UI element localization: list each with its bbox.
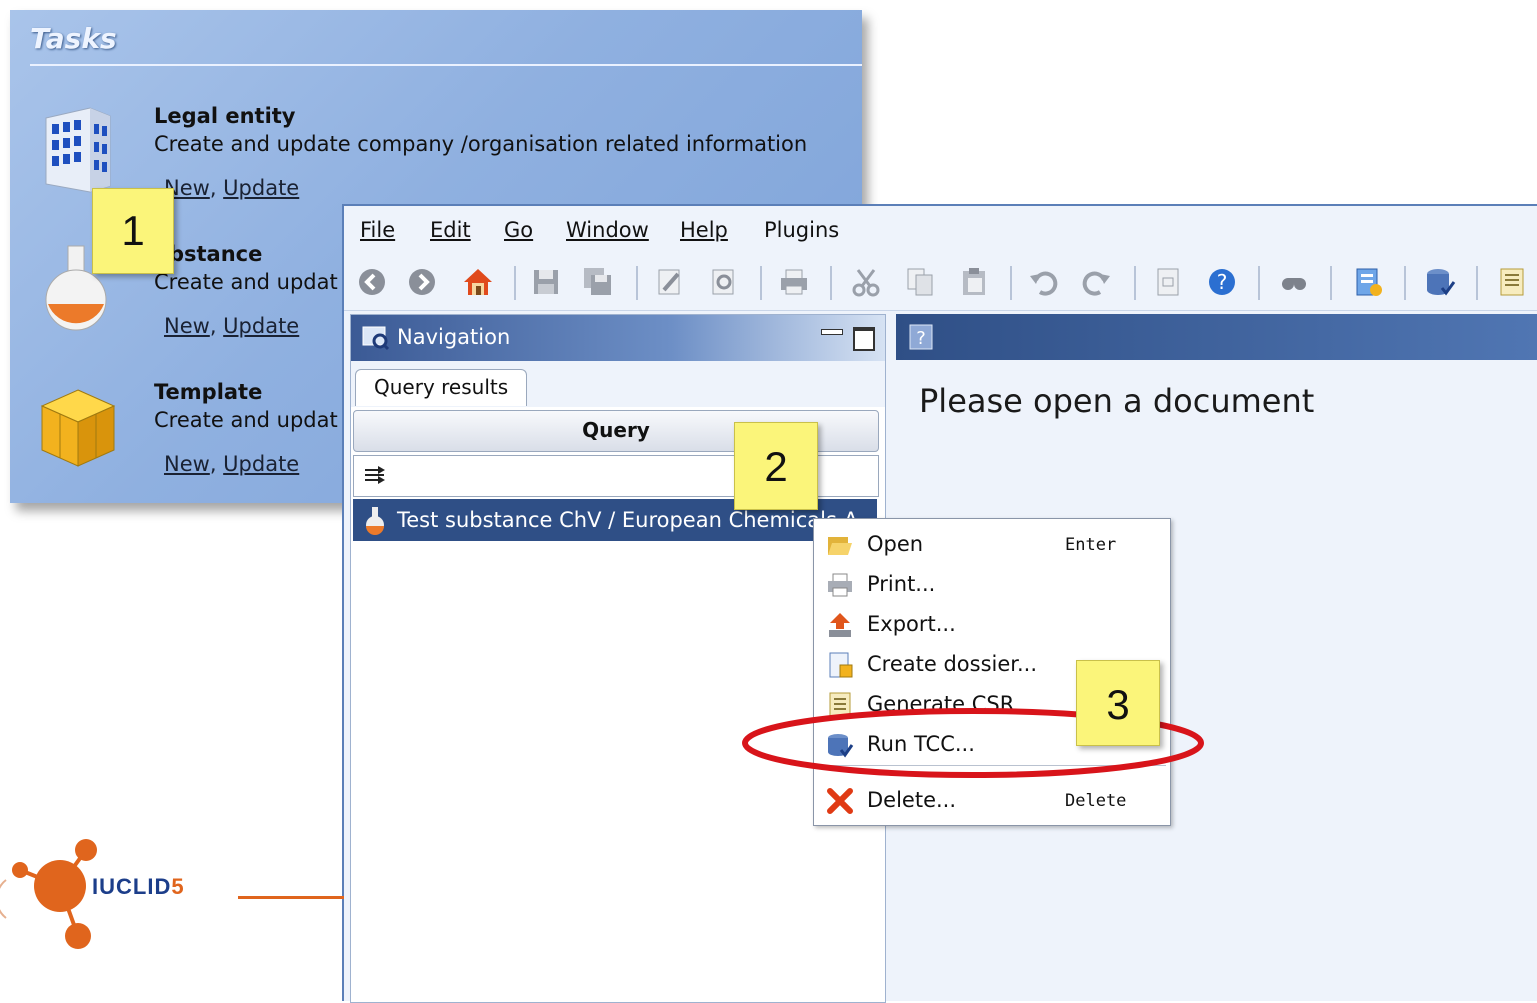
toolbar-separator <box>1476 266 1478 300</box>
menu-item-label: Export... <box>867 612 956 636</box>
package-icon <box>40 389 116 467</box>
menu-go[interactable]: Go <box>504 218 533 242</box>
task-description: Create and updat <box>154 408 338 432</box>
callout-number: 2 <box>764 443 788 490</box>
export-icon <box>829 613 851 637</box>
menu-bar: File Edit Go Window Help Plugins <box>344 206 1537 252</box>
update-link[interactable]: Update <box>223 452 299 476</box>
delete-x-icon <box>827 788 853 814</box>
toolbar-separator <box>1330 266 1332 300</box>
menu-item-shortcut: Delete <box>1065 791 1127 811</box>
tasks-divider <box>30 64 862 66</box>
menu-item-label: Delete... <box>867 788 957 812</box>
callout-number: 1 <box>121 207 145 254</box>
redo-icon[interactable] <box>1080 266 1112 298</box>
menu-help[interactable]: Help <box>680 218 728 242</box>
menu-item-label: Open <box>867 532 924 556</box>
binoculars-icon[interactable] <box>1278 266 1310 298</box>
update-link[interactable]: Update <box>223 314 299 338</box>
back-icon[interactable] <box>356 266 388 298</box>
update-link[interactable]: Update <box>223 176 299 200</box>
navigation-panel: Navigation Query results Query Test subs… <box>350 314 886 1003</box>
callout-number: 3 <box>1106 681 1130 728</box>
menu-item-export[interactable]: Export... <box>814 605 1170 645</box>
new-link[interactable]: New <box>164 452 210 476</box>
logo-line <box>238 896 344 899</box>
maximize-button[interactable] <box>853 327 875 351</box>
navigation-header: Navigation <box>351 315 885 361</box>
svg-text:?: ? <box>916 328 926 349</box>
save-all-icon[interactable] <box>582 266 614 298</box>
paste-icon[interactable] <box>958 266 990 298</box>
dossier-icon <box>829 652 853 678</box>
callout-note-3: 3 <box>1076 660 1160 746</box>
building-icon <box>45 107 111 193</box>
preview-icon[interactable] <box>708 266 740 298</box>
toolbar-separator <box>1258 266 1260 300</box>
undo-icon[interactable] <box>1028 266 1060 298</box>
minimize-button[interactable] <box>821 329 843 335</box>
copy-icon[interactable] <box>904 266 936 298</box>
cut-icon[interactable] <box>850 266 882 298</box>
task-description: Create and update company /organisation … <box>154 132 808 156</box>
generate-report-icon[interactable] <box>1496 266 1528 298</box>
help-icon[interactable]: ? <box>1206 266 1238 298</box>
task-title: Legal entity <box>154 104 296 128</box>
query-result-text: Test substance ChV / European Chemicals … <box>397 508 858 532</box>
save-icon[interactable] <box>530 266 562 298</box>
substance-flask-icon <box>366 507 384 535</box>
question-document-icon: ? <box>909 324 933 350</box>
navigation-tabs: Query results <box>351 361 885 407</box>
navigation-icon <box>362 326 389 351</box>
toolbar-separator <box>760 266 762 300</box>
callout-note-2: 2 <box>734 422 818 510</box>
tasks-title: Tasks <box>30 22 117 55</box>
task-title: Template <box>154 380 263 404</box>
toolbar-separator <box>1134 266 1136 300</box>
filter-icon[interactable] <box>362 462 388 488</box>
database-check-icon[interactable] <box>1424 266 1456 298</box>
edit-icon[interactable] <box>654 266 686 298</box>
document-header: ? <box>896 314 1537 360</box>
toolbar: ? <box>344 252 1537 311</box>
forward-icon[interactable] <box>406 266 438 298</box>
iuclid-logo: IUCLID5 <box>0 830 345 960</box>
menu-edit[interactable]: Edit <box>430 218 471 242</box>
document-icon[interactable] <box>1152 266 1184 298</box>
menu-item-print[interactable]: Print... <box>814 565 1170 605</box>
empty-document-message: Please open a document <box>919 382 1315 420</box>
menu-item-label: Create dossier... <box>867 652 1037 676</box>
task-links: New, Update <box>164 314 300 338</box>
menu-window[interactable]: Window <box>566 218 649 242</box>
navigation-title: Navigation <box>397 325 511 349</box>
printer-icon <box>828 573 852 597</box>
print-icon[interactable] <box>778 266 810 298</box>
home-icon[interactable] <box>462 266 494 298</box>
toolbar-separator <box>514 266 516 300</box>
toolbar-separator <box>1404 266 1406 300</box>
report-dossier-icon[interactable] <box>1352 266 1384 298</box>
logo-text: IUCLID5 <box>92 874 185 899</box>
new-link[interactable]: New <box>164 314 210 338</box>
toolbar-separator <box>636 266 638 300</box>
task-links: New, Update <box>164 452 300 476</box>
menu-plugins[interactable]: Plugins <box>764 218 839 242</box>
toolbar-separator <box>1010 266 1012 300</box>
menu-file[interactable]: File <box>360 218 395 242</box>
task-links: New, Update <box>164 176 300 200</box>
folder-open-icon <box>828 537 852 555</box>
tab-query-results[interactable]: Query results <box>355 369 528 406</box>
toolbar-separator <box>830 266 832 300</box>
svg-text:?: ? <box>1217 270 1228 294</box>
menu-item-open[interactable]: Open Enter <box>814 525 1170 565</box>
task-description: Create and updat <box>154 270 338 294</box>
menu-item-shortcut: Enter <box>1065 535 1117 555</box>
callout-note-1: 1 <box>92 188 174 274</box>
menu-item-label: Print... <box>867 572 936 596</box>
